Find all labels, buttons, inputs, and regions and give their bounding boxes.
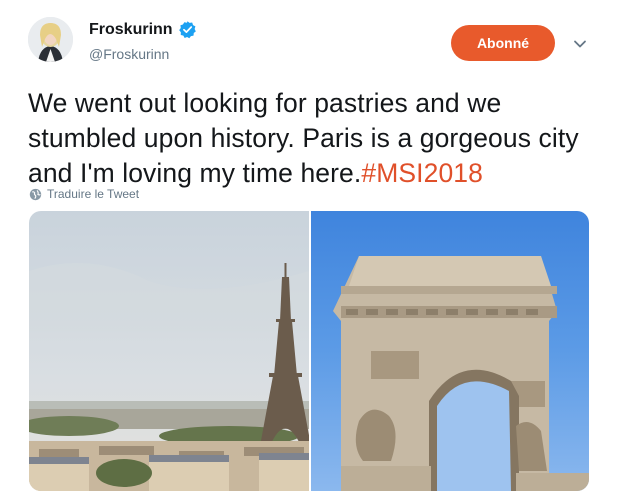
user-name-row[interactable]: Froskurinn [89,20,197,39]
tweet-media [29,211,589,491]
globe-icon [29,188,42,200]
tweet-body: We went out looking for pastries and we … [28,88,579,188]
hashtag-link[interactable]: #MSI2018 [361,158,483,188]
translate-label: Traduire le Tweet [47,187,140,201]
avatar-icon [28,17,73,62]
verified-badge-icon [178,21,196,39]
following-button[interactable]: Abonné [451,25,555,61]
user-avatar[interactable] [28,17,73,62]
user-handle[interactable]: @Froskurinn [89,46,169,62]
eiffel-tower-photo[interactable] [29,211,309,491]
chevron-down-icon[interactable] [572,36,588,52]
tweet-text: We went out looking for pastries and we … [28,86,608,191]
display-name[interactable]: Froskurinn [89,21,173,39]
translate-tweet-link[interactable]: Traduire le Tweet [29,187,139,201]
arc-de-triomphe-photo[interactable] [311,211,589,491]
